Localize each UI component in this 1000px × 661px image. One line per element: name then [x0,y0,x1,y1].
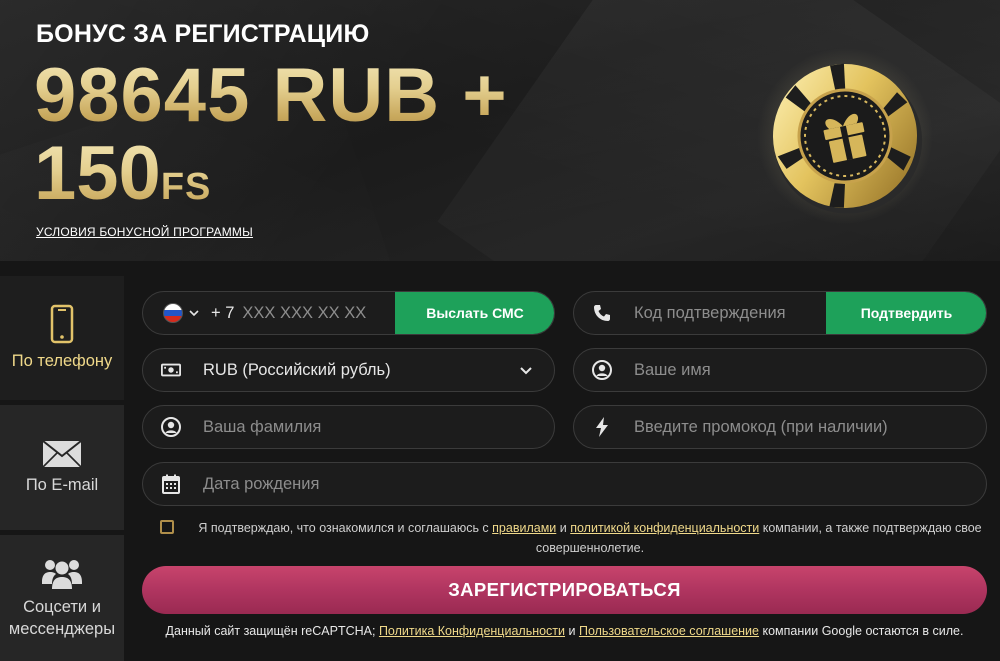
bonus-terms-link[interactable]: УСЛОВИЯ БОНУСНОЙ ПРОГРАММЫ [36,225,253,239]
lightning-icon [592,417,612,437]
currency-value: RUB (Российский рубль) [203,360,391,379]
tab-label-line: Соцсети и [23,598,101,616]
last-name-input[interactable]: Ваша фамилия [203,418,321,437]
consent-text: Я подтверждаю, что ознакомился и соглаша… [184,518,996,558]
google-terms-link[interactable]: Пользовательское соглашение [579,624,759,638]
chevron-down-icon[interactable] [189,308,199,318]
google-privacy-link[interactable]: Политика Конфиденциальности [379,624,565,638]
footer-text-part: Данный сайт защищён reCAPTCHA; [165,624,379,638]
recaptcha-notice: Данный сайт защищён reCAPTCHA; Политика … [142,624,987,638]
users-icon [42,560,82,589]
consent-text-part: Я подтверждаю, что ознакомился и соглаша… [198,521,493,535]
currency-select[interactable]: RUB (Российский рубль) [142,348,555,392]
calendar-icon [161,474,181,494]
tab-label-line: мессенджеры [8,620,116,638]
chevron-down-icon[interactable] [520,366,532,376]
phone-field[interactable]: + 7 XXX XXX XX XX Выслать СМС [142,291,555,335]
promo-code-field[interactable]: Введите промокод (при наличии) [573,405,987,449]
freespins-count: 150 [34,131,161,216]
user-circle-icon [592,360,612,380]
phone-input[interactable]: XXX XXX XX XX [242,304,366,323]
confirmation-code-input[interactable]: Код подтверждения [634,304,786,323]
consent-checkbox[interactable] [160,520,174,534]
banner-subtitle: БОНУС ЗА РЕГИСТРАЦИЮ [36,20,370,48]
footer-text-part: и [565,624,579,638]
freespins-suffix: FS [160,166,212,208]
footer-text-part: компании Google остаются в силе. [759,624,964,638]
envelope-icon [42,439,82,468]
promo-code-input[interactable]: Введите промокод (при наличии) [634,418,888,437]
first-name-field[interactable]: Ваше имя [573,348,987,392]
gift-chip-icon [757,48,933,224]
banknote-icon [161,360,181,380]
privacy-policy-link[interactable]: политикой конфиденциальности [570,521,759,535]
birthdate-field[interactable]: Дата рождения [142,462,987,506]
tab-label: По телефону [11,352,113,370]
phone-handset-icon [592,303,612,323]
confirmation-code-field[interactable]: Код подтверждения Подтвердить [573,291,987,335]
consent-text-part: и [556,521,571,535]
confirm-button[interactable]: Подтвердить [826,292,986,334]
tab-phone[interactable]: По телефону [0,276,124,400]
consent-text-part: компании, а также подтверждаю свое [759,521,982,535]
tab-label: По E-mail [25,475,99,494]
rules-link[interactable]: правилами [492,521,556,535]
bonus-freespins: 150FS [34,132,211,229]
last-name-field[interactable]: Ваша фамилия [142,405,555,449]
tab-label: Соцсети и мессенджеры [9,596,115,640]
bonus-banner: БОНУС ЗА РЕГИСТРАЦИЮ 98645 RUB + 150FS У… [0,0,1000,261]
user-circle-icon [161,417,181,437]
consent-text-part: совершеннолетие. [535,541,645,555]
tab-email[interactable]: По E-mail [0,405,124,530]
russia-flag-icon[interactable] [163,303,183,323]
send-sms-button[interactable]: Выслать СМС [395,292,554,334]
phone-prefix: + 7 [211,303,235,322]
smartphone-icon [50,304,74,344]
first-name-input[interactable]: Ваше имя [634,361,711,380]
bonus-amount: 98645 RUB + [34,53,508,138]
tab-social[interactable]: Соцсети и мессенджеры [0,535,124,661]
register-button[interactable]: ЗАРЕГИСТРИРОВАТЬСЯ [142,566,987,614]
birthdate-input[interactable]: Дата рождения [203,475,319,494]
